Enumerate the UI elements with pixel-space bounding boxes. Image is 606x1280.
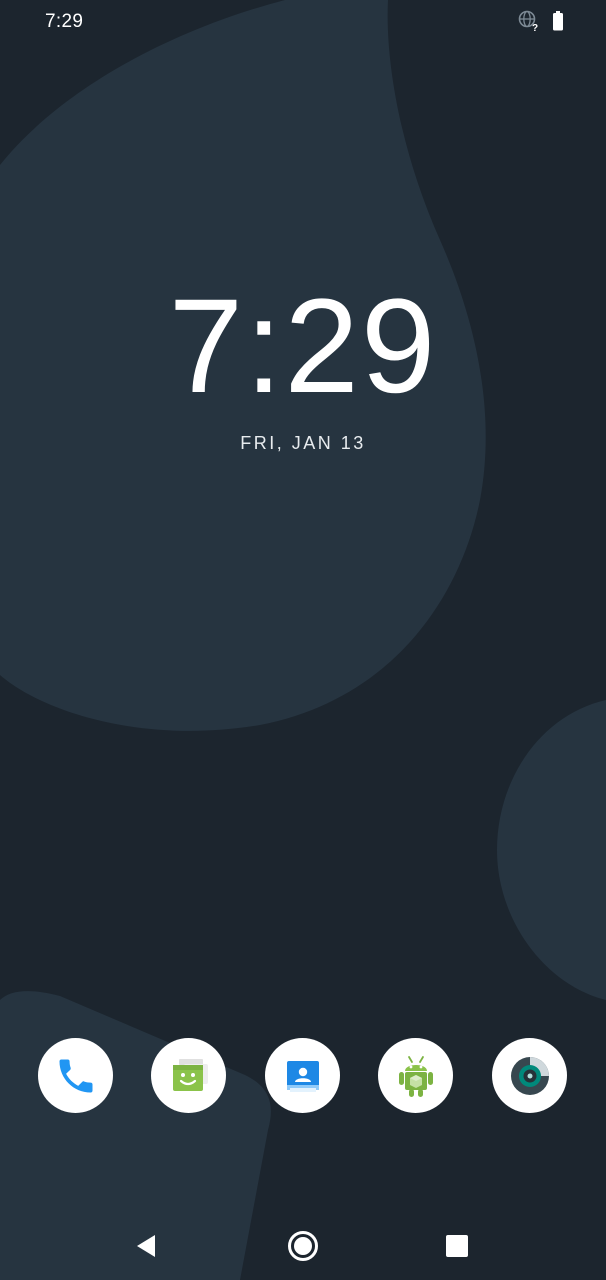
clock-text: 7:29 — [168, 272, 438, 421]
phone-app-icon[interactable] — [38, 1038, 113, 1113]
status-time: 7:29 — [45, 11, 84, 32]
contacts-app-icon[interactable] — [265, 1038, 340, 1113]
status-bar: 7:29 ? — [0, 0, 606, 46]
status-icons: ? — [518, 10, 564, 37]
lockscreen-date: FRI, JAN 13 — [240, 433, 366, 453]
home-button[interactable] — [283, 1226, 323, 1266]
back-icon — [137, 1235, 155, 1257]
lockscreen-clock: 7:29 — [0, 272, 606, 422]
back-button[interactable] — [127, 1226, 167, 1266]
recents-icon — [446, 1235, 468, 1257]
messaging-app-icon[interactable] — [151, 1038, 226, 1113]
camera-app-icon[interactable] — [492, 1038, 567, 1113]
battery-icon — [552, 10, 564, 36]
recents-button[interactable] — [437, 1226, 477, 1266]
navigation-bar — [0, 1200, 606, 1280]
svg-text:?: ? — [532, 23, 538, 32]
network-unknown-icon: ? — [518, 10, 540, 37]
app-dock — [0, 1038, 606, 1114]
android-app-icon[interactable] — [378, 1038, 453, 1113]
home-icon — [288, 1231, 318, 1261]
